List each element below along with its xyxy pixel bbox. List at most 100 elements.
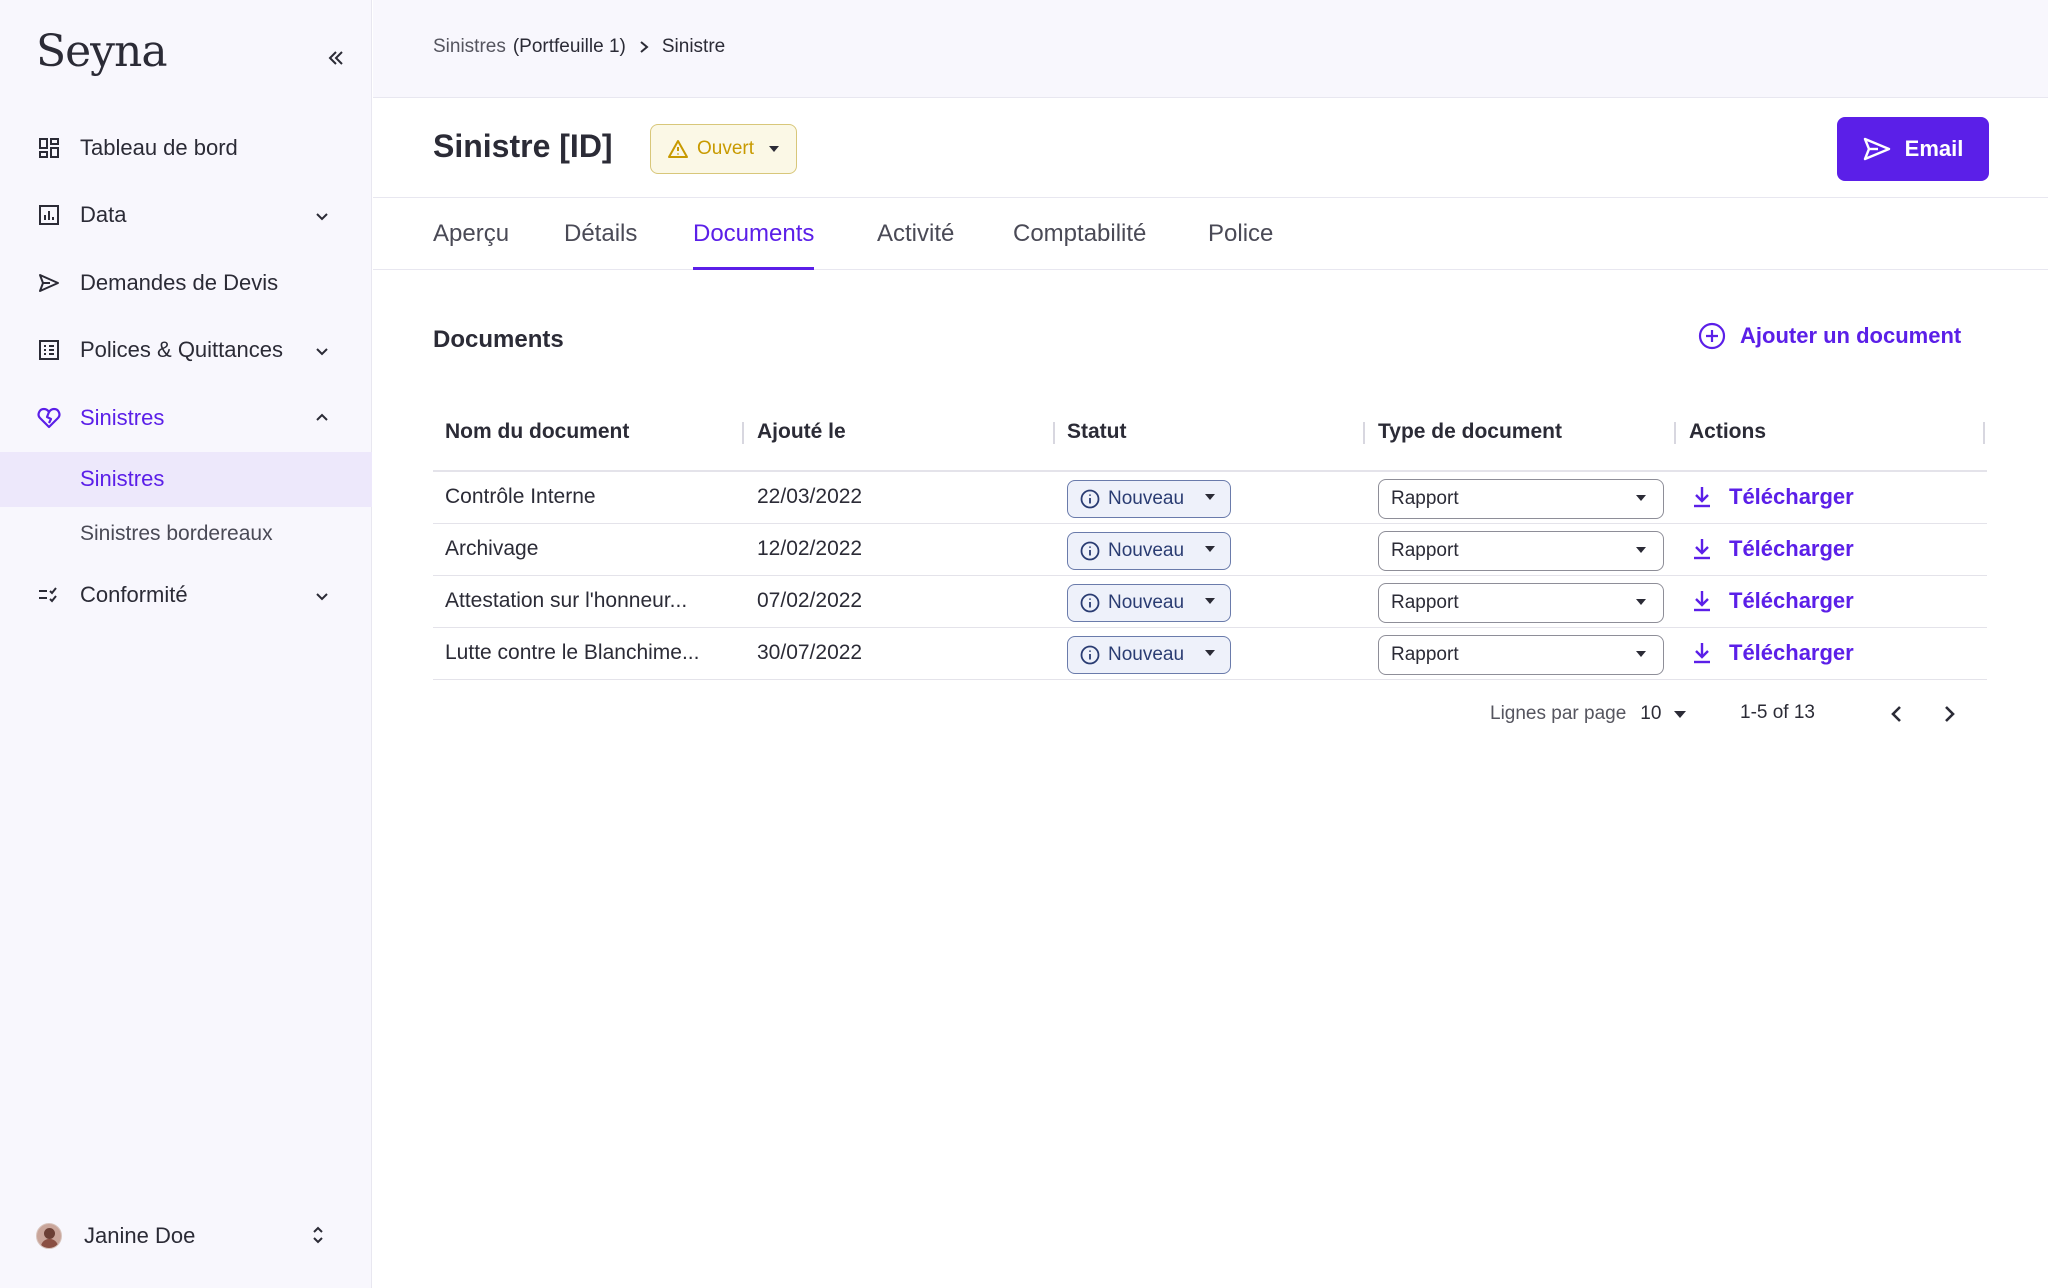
breadcrumb-current: Sinistre: [661, 36, 726, 57]
pagination: Lignes par page 10 1-5 of 13: [1490, 700, 1955, 728]
sidebar: Seyna Tableau de bord Data Demandes de D…: [0, 0, 372, 1288]
send-icon: [36, 270, 62, 296]
caret-down-icon: [1635, 546, 1647, 554]
caret-down-icon: [1635, 494, 1647, 502]
table-row: Attestation sur l'honneur... 07/02/2022 …: [433, 576, 1987, 628]
user-menu[interactable]: Janine Doe: [36, 1218, 336, 1254]
breadcrumb-link-sinistres[interactable]: Sinistres: [433, 36, 506, 58]
status-dropdown[interactable]: Ouvert: [650, 124, 798, 174]
table-row: Contrôle Interne 22/03/2022 Nouveau Rapp…: [433, 472, 1987, 524]
download-label: Télécharger: [1729, 640, 1854, 665]
column-divider: [1053, 422, 1055, 444]
tab-comptabilite[interactable]: Comptabilité: [1013, 220, 1146, 270]
sidebar-subitem-sinistres-bordereaux[interactable]: Sinistres bordereaux: [0, 507, 372, 562]
document-type-value: Rapport: [1391, 592, 1459, 613]
download-link[interactable]: Télécharger: [1691, 588, 1854, 614]
breadcrumb-link-portfeuille[interactable]: (Portfeuille 1): [513, 36, 626, 58]
documents-table: Nom du document Ajouté le Statut Type de…: [433, 402, 1987, 680]
status-dropdown[interactable]: Nouveau: [1067, 584, 1231, 622]
sidebar-item-label: Conformité: [80, 582, 188, 608]
sidebar-item-sinistres[interactable]: Sinistres: [0, 384, 372, 452]
status-label: Ouvert: [697, 138, 755, 159]
document-type-select[interactable]: Rapport: [1378, 531, 1664, 571]
chevron-updown-icon[interactable]: [310, 1224, 326, 1252]
caret-down-icon: [1204, 649, 1216, 657]
column-header-statut[interactable]: Statut: [1067, 420, 1127, 444]
status-dropdown[interactable]: Nouveau: [1067, 532, 1231, 570]
brand-logo: Seyna: [36, 26, 168, 77]
heart-broken-icon: [36, 405, 62, 431]
info-icon: [1080, 645, 1100, 665]
sidebar-subitem-label: Sinistres: [80, 466, 165, 491]
status-label: Nouveau: [1108, 644, 1185, 665]
document-type-select[interactable]: Rapport: [1378, 479, 1664, 519]
chevron-left-icon: [1891, 706, 1901, 722]
document-date: 22/03/2022: [757, 485, 863, 508]
previous-page-button[interactable]: [1882, 700, 1910, 728]
tab-documents[interactable]: Documents: [693, 220, 815, 270]
column-header-actions[interactable]: Actions: [1689, 420, 1766, 444]
tab-police[interactable]: Police: [1208, 220, 1273, 270]
user-name: Janine Doe: [84, 1223, 196, 1248]
add-document-button[interactable]: Ajouter un document: [1698, 322, 1961, 350]
send-icon: [1863, 137, 1891, 161]
collapse-sidebar-button[interactable]: [320, 42, 352, 74]
sidebar-item-label: Tableau de bord: [80, 134, 238, 160]
chevron-up-icon[interactable]: [310, 406, 334, 430]
column-divider: [1983, 422, 1985, 444]
tab-activite[interactable]: Activité: [877, 220, 954, 270]
warning-icon: [667, 139, 689, 159]
download-label: Télécharger: [1729, 536, 1854, 561]
column-divider: [1674, 422, 1676, 444]
document-name: Lutte contre le Blanchime...: [445, 641, 700, 664]
rows-per-page-select[interactable]: 10: [1640, 703, 1687, 725]
column-header-type[interactable]: Type de document: [1378, 420, 1562, 444]
caret-down-icon: [1204, 545, 1216, 553]
caret-down-icon: [1204, 493, 1216, 501]
column-header-nom[interactable]: Nom du document: [445, 420, 629, 444]
email-button[interactable]: Email: [1837, 117, 1989, 181]
download-icon: [1691, 589, 1713, 613]
status-label: Nouveau: [1108, 592, 1185, 613]
sidebar-item-label: Polices & Quittances: [80, 337, 283, 363]
sidebar-item-conformite[interactable]: Conformité: [0, 562, 372, 630]
table-header: Nom du document Ajouté le Statut Type de…: [433, 402, 1987, 472]
download-label: Télécharger: [1729, 484, 1854, 509]
chevron-down-icon[interactable]: [310, 204, 334, 228]
status-dropdown[interactable]: Nouveau: [1067, 480, 1231, 518]
tab-details[interactable]: Détails: [564, 220, 637, 270]
tab-apercu[interactable]: Aperçu: [433, 220, 509, 270]
add-document-label: Ajouter un document: [1740, 323, 1962, 348]
sidebar-item-demandes-de-devis[interactable]: Demandes de Devis: [0, 249, 372, 317]
download-link[interactable]: Télécharger: [1691, 640, 1854, 666]
chevron-down-icon[interactable]: [310, 339, 334, 363]
rows-per-page-value: 10: [1640, 703, 1662, 724]
next-page-button[interactable]: [1936, 700, 1964, 728]
sidebar-item-tableau-de-bord[interactable]: Tableau de bord: [0, 114, 372, 182]
document-name: Contrôle Interne: [445, 485, 596, 508]
document-type-select[interactable]: Rapport: [1378, 583, 1664, 623]
double-chevron-left-icon: [328, 51, 343, 65]
download-link[interactable]: Télécharger: [1691, 484, 1854, 510]
chevron-down-icon[interactable]: [310, 584, 334, 608]
caret-down-icon: [1673, 710, 1687, 719]
chart-icon: [36, 202, 62, 228]
sidebar-subitem-label: Sinistres bordereaux: [80, 522, 273, 545]
breadcrumb: Sinistres (Portfeuille 1) Sinistre: [433, 36, 725, 58]
document-date: 12/02/2022: [757, 537, 863, 560]
sidebar-subitem-sinistres[interactable]: Sinistres: [0, 451, 372, 507]
download-icon: [1691, 641, 1713, 665]
status-dropdown[interactable]: Nouveau: [1067, 636, 1231, 674]
sidebar-item-label: Data: [80, 202, 127, 228]
column-divider: [742, 422, 744, 444]
document-date: 30/07/2022: [757, 641, 863, 664]
sidebar-item-label: Demandes de Devis: [80, 269, 279, 295]
sidebar-nav: Tableau de bord Data Demandes de Devis P…: [0, 114, 372, 629]
column-header-ajoute[interactable]: Ajouté le: [757, 420, 846, 444]
table-row: Lutte contre le Blanchime... 30/07/2022 …: [433, 628, 1987, 680]
document-type-select[interactable]: Rapport: [1378, 635, 1664, 675]
download-link[interactable]: Télécharger: [1691, 536, 1854, 562]
caret-down-icon: [1635, 598, 1647, 606]
sidebar-item-polices-quittances[interactable]: Polices & Quittances: [0, 317, 372, 385]
sidebar-item-data[interactable]: Data: [0, 182, 372, 250]
